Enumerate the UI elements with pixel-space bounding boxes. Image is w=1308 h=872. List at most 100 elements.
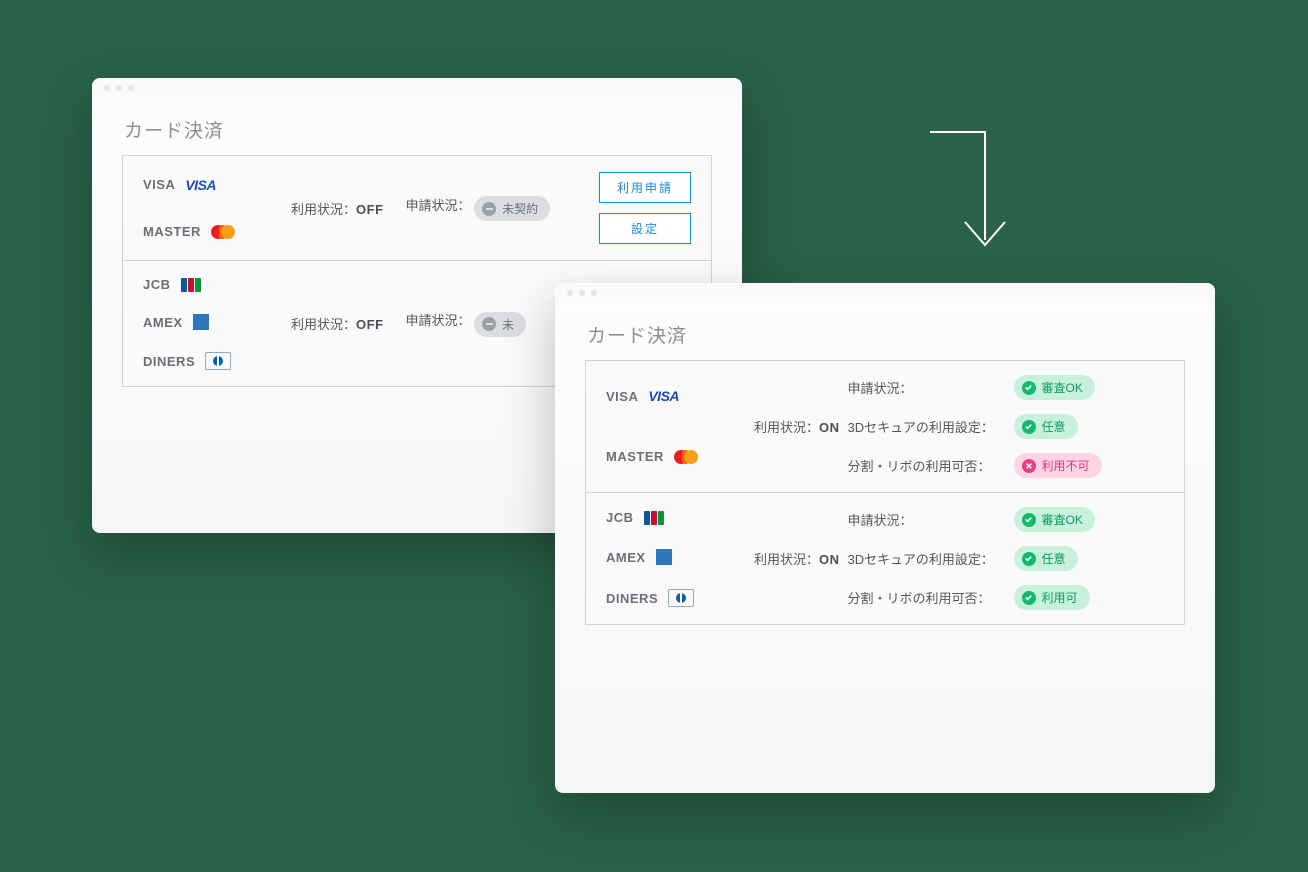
status-details: 申請状況： 審査OK 3Dセキュアの利用設定： 任意 分割・リボの利用可否： bbox=[848, 361, 1184, 492]
usage-label: 利用状況： bbox=[754, 552, 819, 567]
diners-logo-icon bbox=[205, 352, 231, 370]
status-pill-text: 利用可 bbox=[1042, 589, 1078, 606]
brand-row-amex: AMEX bbox=[143, 314, 283, 330]
apply-status-value: 未契約 bbox=[502, 200, 538, 217]
usage-value: OFF bbox=[356, 202, 384, 217]
visa-logo-icon: VISA bbox=[648, 388, 679, 404]
brand-name: JCB bbox=[143, 277, 171, 292]
usage-status: 利用状況：ON bbox=[754, 417, 840, 436]
brand-name: MASTER bbox=[143, 224, 201, 239]
brand-name: AMEX bbox=[143, 315, 183, 330]
brand-list: VISA VISA MASTER bbox=[586, 361, 746, 492]
flow-arrow-icon bbox=[930, 130, 1040, 280]
brand-name: MASTER bbox=[606, 449, 664, 464]
mastercard-logo-icon bbox=[211, 224, 235, 240]
status-pill-approved: 審査OK bbox=[1014, 507, 1095, 532]
usage-label: 利用状況： bbox=[291, 317, 356, 332]
window-control-dot bbox=[104, 85, 110, 91]
usage-value: OFF bbox=[356, 317, 384, 332]
brand-name: DINERS bbox=[606, 591, 658, 606]
status-pill-text: 任意 bbox=[1042, 550, 1066, 567]
3dsecure-status-line: 3Dセキュアの利用設定： 任意 bbox=[848, 546, 1166, 571]
usage-value: ON bbox=[819, 552, 840, 567]
brand-name: JCB bbox=[606, 510, 634, 525]
window-control-dot bbox=[128, 85, 134, 91]
check-circle-icon bbox=[1022, 513, 1036, 527]
status-pill-text: 利用不可 bbox=[1042, 457, 1090, 474]
status-label: 申請状況： bbox=[848, 378, 1008, 397]
window-titlebar bbox=[92, 78, 742, 98]
usage-label: 利用状況： bbox=[754, 420, 819, 435]
minus-circle-icon bbox=[482, 317, 496, 331]
check-circle-icon bbox=[1022, 591, 1036, 605]
minus-circle-icon bbox=[482, 202, 496, 216]
jcb-logo-icon bbox=[181, 278, 201, 292]
window-control-dot bbox=[116, 85, 122, 91]
card-settings-window-after: カード決済 VISA VISA MASTER 利用状況：ON bbox=[555, 283, 1215, 793]
apply-status-value: 未 bbox=[502, 316, 514, 333]
window-control-dot bbox=[567, 290, 573, 296]
installment-status-line: 分割・リボの利用可否： 利用不可 bbox=[848, 453, 1166, 478]
status-area: 利用状況：OFF 申請状況： 未契約 bbox=[283, 156, 558, 260]
usage-status: 利用状況：ON bbox=[754, 549, 840, 568]
jcb-logo-icon bbox=[644, 511, 664, 525]
window-control-dot bbox=[591, 290, 597, 296]
status-area: 利用状況：ON bbox=[746, 493, 848, 624]
brand-row-amex: AMEX bbox=[606, 549, 746, 565]
brand-list: VISA VISA MASTER bbox=[123, 156, 283, 260]
mastercard-logo-icon bbox=[674, 449, 698, 465]
status-pill-uncontracted: 未 bbox=[474, 312, 526, 337]
apply-status: 申請状況： 未契約 bbox=[406, 195, 551, 222]
status-pill-text: 任意 bbox=[1042, 418, 1066, 435]
status-pill-text: 審査OK bbox=[1042, 511, 1083, 528]
installment-status-line: 分割・リボの利用可否： 利用可 bbox=[848, 585, 1166, 610]
brand-list: JCB AMEX DINERS bbox=[123, 261, 283, 386]
action-buttons: 利用申請 設定 bbox=[599, 156, 711, 260]
apply-status-line: 申請状況： 審査OK bbox=[848, 507, 1166, 532]
brand-list: JCB AMEX DINERS bbox=[586, 493, 746, 624]
status-area: 利用状況：OFF 申請状況： 未 bbox=[283, 261, 534, 386]
status-pill-available: 利用可 bbox=[1014, 585, 1090, 610]
status-label: 3Dセキュアの利用設定： bbox=[848, 549, 1008, 568]
status-pill-unavailable: 利用不可 bbox=[1014, 453, 1102, 478]
brand-row-diners: DINERS bbox=[143, 352, 283, 370]
status-area: 利用状況：ON bbox=[746, 361, 848, 492]
usage-status: 利用状況：OFF bbox=[291, 199, 384, 218]
apply-button[interactable]: 利用申請 bbox=[599, 172, 691, 203]
brand-row-diners: DINERS bbox=[606, 589, 746, 607]
diners-logo-icon bbox=[668, 589, 694, 607]
apply-status-label: 申請状況： bbox=[406, 198, 471, 213]
amex-logo-icon bbox=[193, 314, 209, 330]
page-title: カード決済 bbox=[555, 303, 1215, 360]
brand-row-master: MASTER bbox=[606, 449, 746, 465]
usage-value: ON bbox=[819, 420, 840, 435]
amex-logo-icon bbox=[656, 549, 672, 565]
window-control-dot bbox=[579, 290, 585, 296]
3dsecure-status-line: 3Dセキュアの利用設定： 任意 bbox=[848, 414, 1166, 439]
apply-status-label: 申請状況： bbox=[406, 313, 471, 328]
brand-name: VISA bbox=[143, 177, 175, 192]
usage-label: 利用状況： bbox=[291, 202, 356, 217]
brand-row-jcb: JCB bbox=[143, 277, 283, 292]
status-label: 3Dセキュアの利用設定： bbox=[848, 417, 1008, 436]
check-circle-icon bbox=[1022, 381, 1036, 395]
status-label: 申請状況： bbox=[848, 510, 1008, 529]
status-label: 分割・リボの利用可否： bbox=[848, 456, 1008, 475]
status-pill-approved: 審査OK bbox=[1014, 375, 1095, 400]
card-section-visa-master: VISA VISA MASTER 利用状況：OFF 申請状況： 未契約 bbox=[123, 156, 711, 261]
status-pill-uncontracted: 未契約 bbox=[474, 196, 550, 221]
status-pill-optional: 任意 bbox=[1014, 546, 1078, 571]
card-panel: VISA VISA MASTER 利用状況：ON 申請状況： bbox=[585, 360, 1185, 625]
window-titlebar bbox=[555, 283, 1215, 303]
cross-circle-icon bbox=[1022, 459, 1036, 473]
visa-logo-icon: VISA bbox=[185, 177, 216, 193]
settings-button[interactable]: 設定 bbox=[599, 213, 691, 244]
brand-name: VISA bbox=[606, 389, 638, 404]
brand-name: AMEX bbox=[606, 550, 646, 565]
status-pill-text: 審査OK bbox=[1042, 379, 1083, 396]
page-title: カード決済 bbox=[92, 98, 742, 155]
status-details: 申請状況： 審査OK 3Dセキュアの利用設定： 任意 分割・リボの利用可否： bbox=[848, 493, 1184, 624]
brand-row-visa: VISA VISA bbox=[606, 388, 746, 404]
check-circle-icon bbox=[1022, 552, 1036, 566]
card-section-jcb-amex-diners: JCB AMEX DINERS 利用状況：ON 申請状 bbox=[586, 493, 1184, 624]
